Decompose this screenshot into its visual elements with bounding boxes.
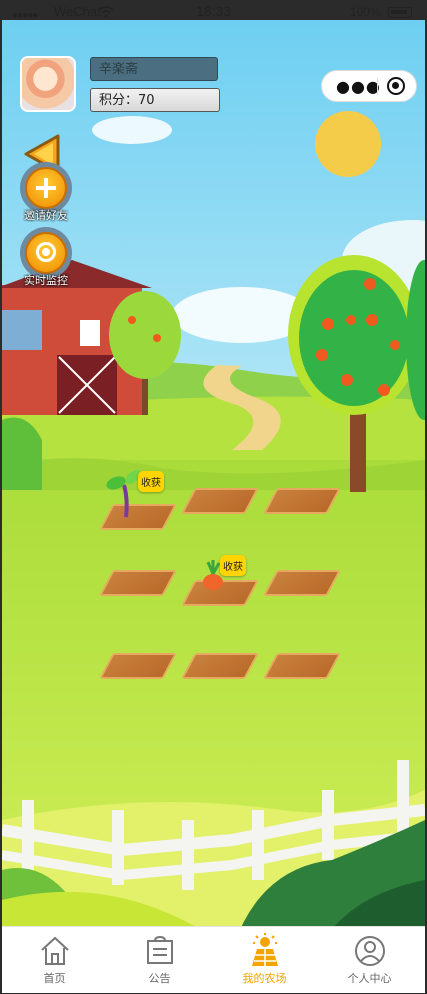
farm-plot[interactable]	[263, 488, 341, 514]
home-icon	[41, 936, 69, 965]
tab-profile-label: 个人中心	[347, 972, 392, 985]
farm-plot[interactable]	[263, 653, 341, 679]
clock: 18:33	[196, 3, 232, 19]
points-display: 积分：70	[90, 88, 220, 112]
capsule-divider	[377, 78, 378, 95]
tab-home[interactable]: 首页	[2, 927, 107, 993]
wifi-icon	[98, 6, 114, 18]
invite-friends-button[interactable]: 邀请好友	[20, 162, 72, 222]
invite-friends-label: 邀请好友	[24, 209, 68, 222]
close-miniprogram-icon[interactable]	[387, 77, 405, 95]
tab-bar: 首页 公告 我的农场 个人中心	[2, 926, 425, 993]
status-bar: ●●●●● WeChat 18:33 100%	[0, 0, 427, 28]
battery-percent: 100%	[350, 5, 381, 19]
tab-notice[interactable]: 公告	[107, 927, 212, 993]
farm-plot[interactable]	[99, 570, 177, 596]
more-icon[interactable]: ●●●	[336, 77, 381, 96]
tab-home-label: 首页	[43, 972, 66, 985]
tab-profile[interactable]: 个人中心	[317, 927, 422, 993]
miniprogram-capsule: ●●●	[321, 70, 417, 102]
farm-plot[interactable]	[99, 653, 177, 679]
tab-my-farm-label: 我的农场	[242, 972, 287, 985]
live-monitor-label: 实时监控	[24, 274, 68, 287]
live-monitor-button[interactable]: 实时监控	[20, 227, 72, 287]
person-icon	[355, 936, 385, 966]
harvest-button[interactable]: 收获	[220, 555, 246, 576]
farm-plot[interactable]	[181, 653, 259, 679]
notice-icon	[147, 935, 173, 964]
farm-scene: 辛楽斋 积分：70 ●●● 邀请好友 实时监控 收获 收获	[2, 20, 425, 992]
user-avatar[interactable]	[20, 56, 76, 112]
tab-my-farm[interactable]: 我的农场	[212, 927, 317, 993]
farm-plot[interactable]	[263, 570, 341, 596]
signal-icon: ●●●●●	[12, 10, 38, 21]
camera-icon	[25, 232, 67, 274]
user-name: 辛楽斋	[90, 57, 218, 81]
carrier-label: WeChat	[54, 4, 101, 19]
plus-icon	[25, 167, 67, 209]
battery-icon	[388, 7, 412, 18]
tab-notice-label: 公告	[148, 972, 171, 985]
farm-plot[interactable]	[181, 488, 259, 514]
farm-icon	[252, 933, 278, 966]
harvest-button[interactable]: 收获	[138, 471, 164, 492]
